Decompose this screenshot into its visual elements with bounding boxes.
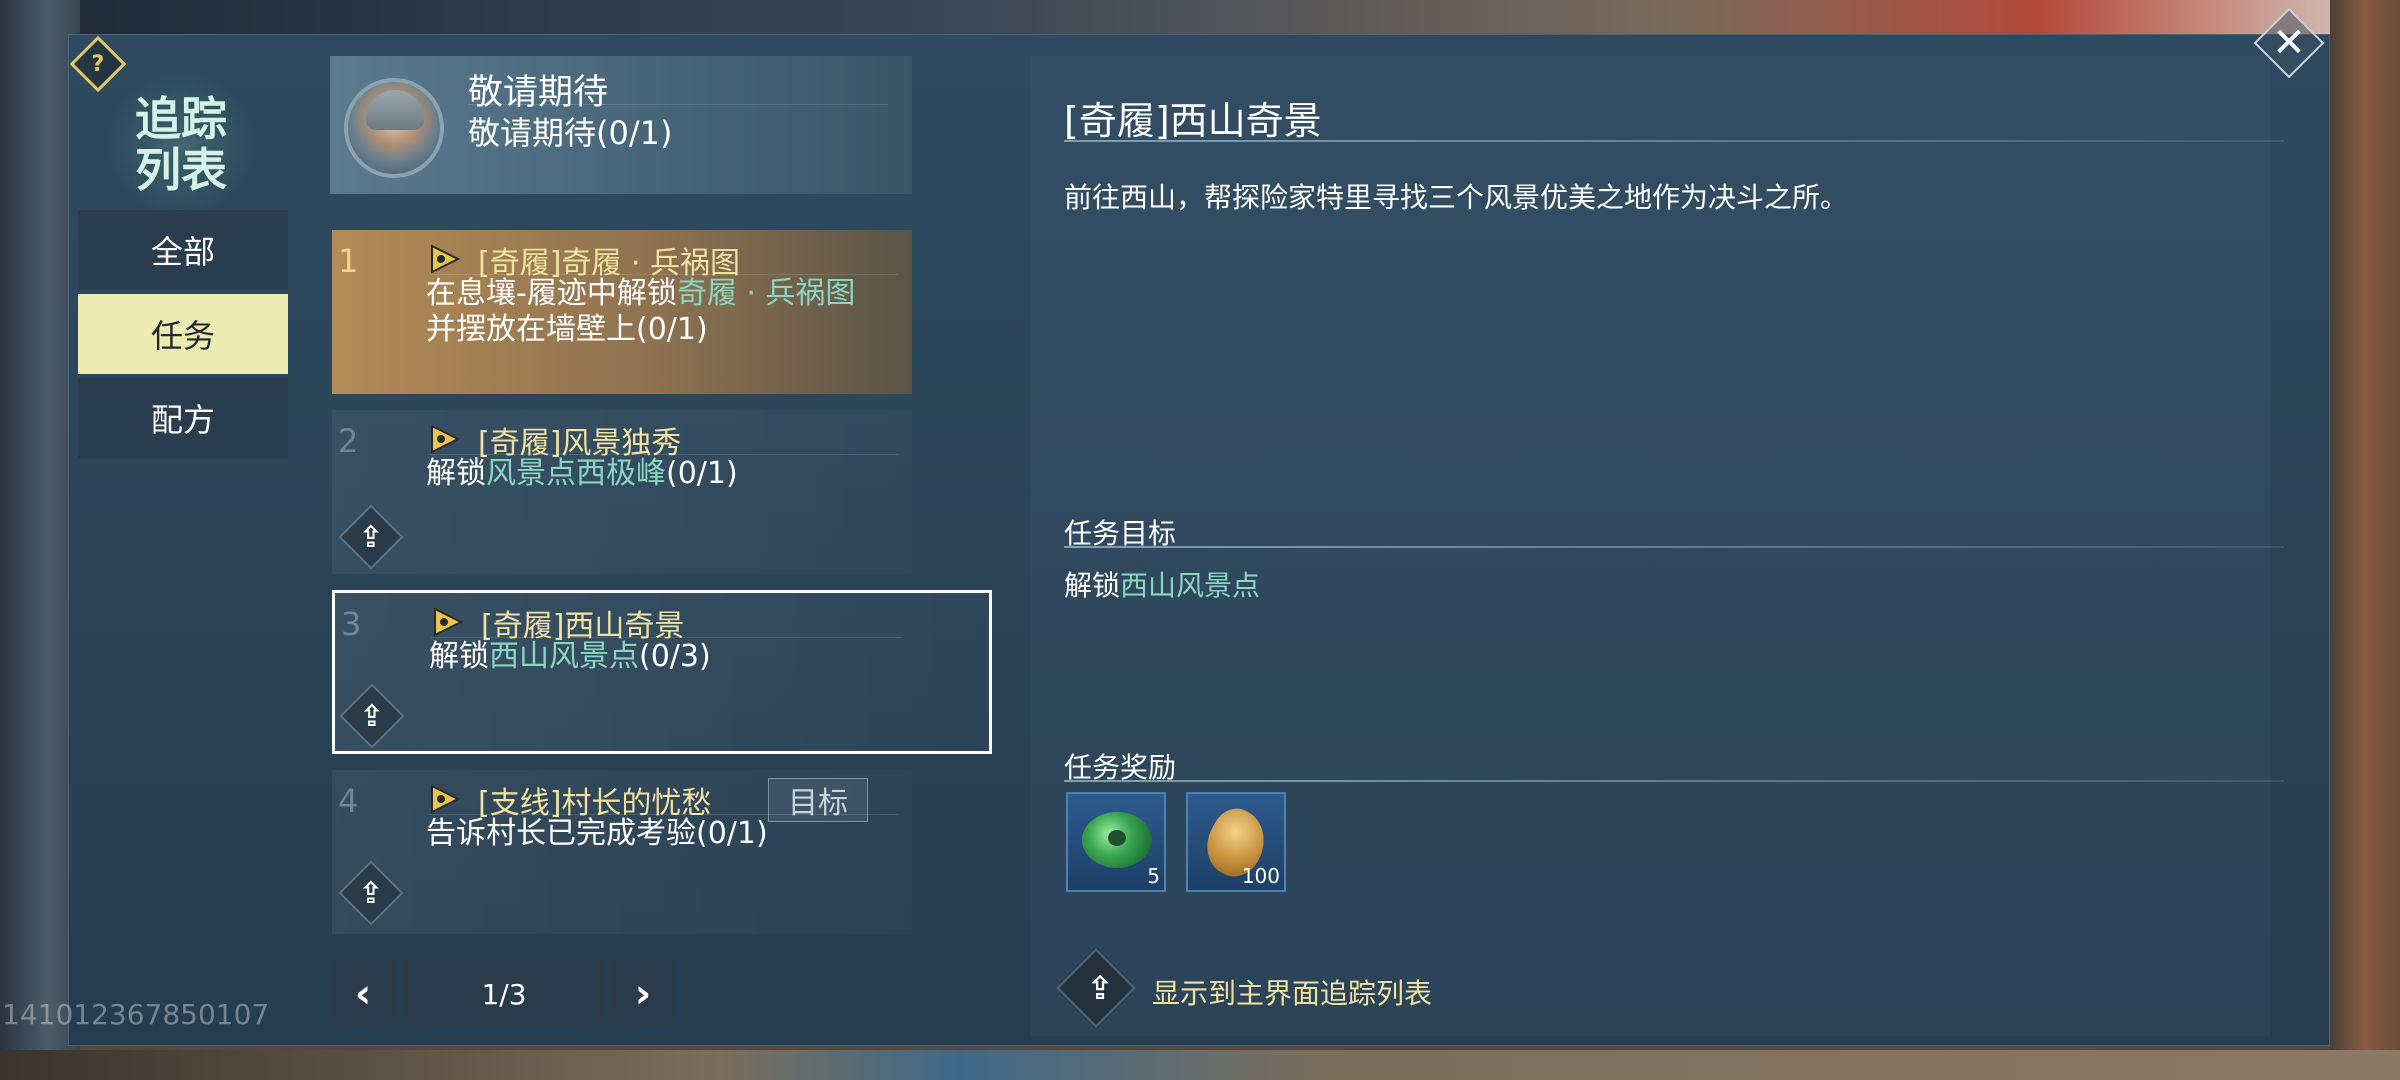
chevron-left-icon: ‹ bbox=[354, 971, 372, 1017]
desc-text-2: (0/1) bbox=[666, 456, 738, 491]
quest-item-3[interactable]: 3 [奇履]西山奇景 解锁西山风景点(0/3) ⇪ bbox=[332, 590, 992, 754]
next-page-button[interactable]: › bbox=[610, 960, 676, 1028]
chevron-right-icon: › bbox=[634, 971, 652, 1017]
tracked-entry[interactable]: 敬请期待 敬请期待(0/1) bbox=[330, 56, 912, 194]
close-icon: ✕ bbox=[2272, 20, 2306, 66]
reward-rule bbox=[1064, 780, 2284, 782]
pin-up-icon: ⇪ bbox=[358, 519, 384, 555]
tab-all-label: 全部 bbox=[150, 233, 215, 271]
goal-highlight: 西山风景点 bbox=[1120, 569, 1261, 602]
goal-rule bbox=[1064, 546, 2284, 548]
quest-item-2[interactable]: 2 [奇履]风景独秀 解锁风景点西极峰(0/1) ⇪ bbox=[332, 410, 912, 574]
sidebar: 追踪 列表 全部 任务 配方 bbox=[78, 50, 288, 1050]
tab-all[interactable]: 全部 bbox=[78, 210, 288, 290]
quest-type-icon bbox=[431, 784, 461, 814]
goal-badge: 目标 bbox=[768, 778, 868, 822]
avatar-hair bbox=[366, 90, 424, 130]
quest-number: 4 bbox=[338, 782, 359, 820]
desc-highlight: 西山风景点 bbox=[489, 639, 639, 674]
desc-highlight: 风景点西极峰 bbox=[486, 456, 666, 491]
tab-quests-label: 任务 bbox=[150, 317, 215, 355]
divider bbox=[428, 454, 898, 455]
desc-text: 解锁 bbox=[426, 456, 486, 491]
pin-up-icon: ⇪ bbox=[358, 875, 384, 911]
detail-title: [奇履]西山奇景 bbox=[1064, 99, 1322, 143]
quest-item-4[interactable]: 4 [支线]村长的忧愁 目标 告诉村长已完成考验(0/1) ⇪ bbox=[332, 770, 912, 934]
desc-text-2: 并摆放在墙壁上(0/1) bbox=[426, 312, 708, 347]
quest-description: 告诉村长已完成考验(0/1) bbox=[426, 816, 768, 851]
quest-number: 1 bbox=[338, 242, 359, 280]
quest-type-icon bbox=[431, 244, 461, 274]
scene-bottom-strip bbox=[0, 1050, 2400, 1080]
tab-recipes-label: 配方 bbox=[150, 401, 215, 439]
sidebar-title: 追踪 列表 bbox=[106, 70, 256, 220]
scene-right-edge bbox=[2330, 0, 2400, 1080]
desc-highlight: 奇履 · 兵祸图 bbox=[676, 276, 856, 311]
quest-description: 在息壤-履迹中解锁奇履 · 兵祸图 并摆放在墙壁上(0/1) bbox=[426, 276, 855, 348]
reward-item-jade[interactable]: 5 bbox=[1066, 792, 1166, 892]
pin-up-icon: ⇪ bbox=[359, 698, 385, 734]
sidebar-title-line1: 追踪 bbox=[135, 92, 227, 147]
npc-avatar bbox=[344, 78, 444, 178]
goal-pre: 解锁 bbox=[1064, 569, 1121, 602]
divider bbox=[468, 104, 888, 105]
prev-page-button[interactable]: ‹ bbox=[330, 960, 396, 1028]
divider bbox=[428, 274, 898, 275]
desc-text: 解锁 bbox=[429, 639, 489, 674]
tab-quests[interactable]: 任务 bbox=[78, 294, 288, 374]
title-rule bbox=[1064, 140, 2284, 142]
quest-type-icon bbox=[434, 607, 464, 637]
quest-item-1[interactable]: 1 [奇履]奇履 · 兵祸图 在息壤-履迹中解锁奇履 · 兵祸图 并摆放在墙壁上… bbox=[332, 230, 912, 394]
jade-icon bbox=[1082, 812, 1152, 868]
reward-count: 5 bbox=[1147, 864, 1160, 888]
tracked-subtitle: 敬请期待(0/1) bbox=[468, 114, 673, 152]
quest-number: 2 bbox=[338, 422, 359, 460]
quest-number: 3 bbox=[341, 605, 362, 643]
quest-type-icon bbox=[431, 424, 461, 454]
goal-text: 解锁西山风景点 bbox=[1064, 564, 1260, 604]
quest-description: 解锁西山风景点(0/3) bbox=[429, 639, 711, 675]
sidebar-title-line2: 列表 bbox=[135, 143, 227, 197]
player-uid: 141012367850107 bbox=[2, 998, 270, 1031]
desc-text-2: (0/3) bbox=[639, 639, 711, 674]
divider bbox=[428, 814, 898, 815]
page-indicator: 1/3 bbox=[404, 960, 604, 1028]
show-in-tracker-label[interactable]: 显示到主界面追踪列表 bbox=[1152, 972, 1432, 1012]
divider bbox=[431, 637, 901, 638]
reward-item-shell[interactable]: 100 bbox=[1186, 792, 1286, 892]
desc-text: 在息壤-履迹中解锁 bbox=[426, 276, 677, 311]
reward-count: 100 bbox=[1241, 864, 1280, 888]
pin-up-icon: ⇪ bbox=[1086, 969, 1114, 1007]
detail-description: 前往西山，帮探险家特里寻找三个风景优美之地作为决斗之所。 bbox=[1064, 181, 1849, 214]
quest-description: 解锁风景点西极峰(0/1) bbox=[426, 456, 738, 492]
tab-recipes[interactable]: 配方 bbox=[78, 378, 288, 458]
